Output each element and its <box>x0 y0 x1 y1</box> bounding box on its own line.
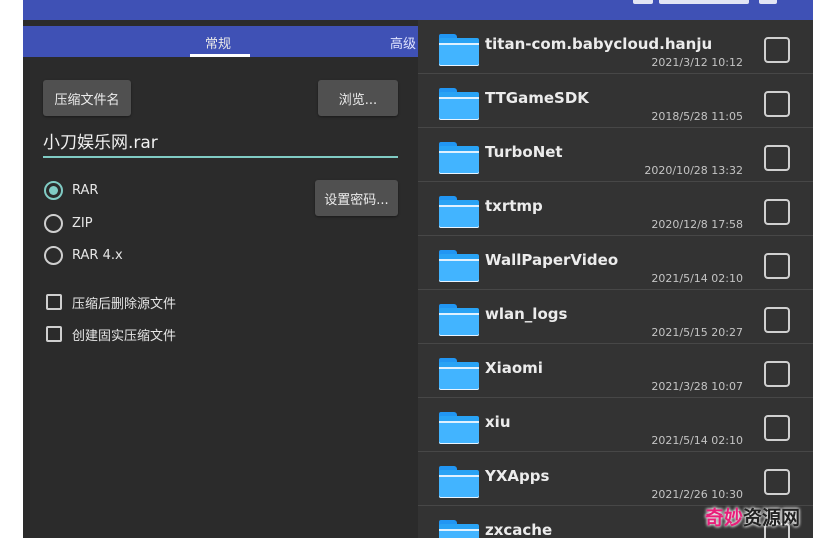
file-name: YXApps <box>485 467 550 485</box>
file-name: titan-com.babycloud.hanju <box>485 35 713 53</box>
list-item[interactable]: xiu 2021/5/14 02:10 <box>418 398 813 452</box>
select-checkbox[interactable] <box>764 199 790 225</box>
option-label: 创建固实压缩文件 <box>72 328 177 344</box>
folder-icon <box>439 34 479 66</box>
archive-name-input[interactable]: 小刀娱乐网.rar <box>43 130 398 158</box>
file-name: xiu <box>485 413 511 431</box>
option-label: 压缩后删除源文件 <box>72 296 177 312</box>
folder-icon <box>439 520 479 538</box>
file-date: 2021/3/12 10:12 <box>651 56 743 69</box>
select-checkbox[interactable] <box>764 307 790 333</box>
folder-icon <box>439 412 479 444</box>
radio-button-checked[interactable] <box>44 180 63 200</box>
folder-icon <box>439 466 479 498</box>
checkbox[interactable] <box>46 326 62 342</box>
list-item[interactable]: wlan_logs 2021/5/15 20:27 <box>418 290 813 344</box>
folder-icon <box>439 304 479 336</box>
option-delete-after-compress[interactable]: 压缩后删除源文件 <box>46 290 176 314</box>
folder-icon <box>439 358 479 390</box>
format-label: ZIP <box>72 215 93 231</box>
tab-advanced[interactable]: 高级 <box>390 33 416 52</box>
file-name: wlan_logs <box>485 305 568 323</box>
archive-name-button[interactable]: 压缩文件名 <box>43 80 131 116</box>
folder-icon <box>439 196 479 228</box>
file-date: 2021/3/28 10:07 <box>651 380 743 393</box>
select-checkbox[interactable] <box>764 253 790 279</box>
radio-button[interactable] <box>44 245 63 265</box>
site-watermark: 奇妙资源网 <box>705 503 800 530</box>
format-label: RAR <box>72 182 99 198</box>
file-date: 2018/5/28 11:05 <box>651 110 743 123</box>
file-date: 2021/5/14 02:10 <box>651 272 743 285</box>
archive-settings-panel: 常规 高级 压缩文件名 浏览... 小刀娱乐网.rar RAR ZIP RAR … <box>23 20 418 538</box>
radio-button[interactable] <box>44 213 63 233</box>
set-password-button[interactable]: 设置密码... <box>315 180 398 216</box>
list-item[interactable]: TurboNet 2020/10/28 13:32 <box>418 128 813 182</box>
file-name: Xiaomi <box>485 359 543 377</box>
list-item[interactable]: Xiaomi 2021/3/28 10:07 <box>418 344 813 398</box>
file-date: 2021/2/26 10:30 <box>651 488 743 501</box>
select-checkbox[interactable] <box>764 469 790 495</box>
watermark-text: 资源网 <box>743 507 801 529</box>
option-solid-archive[interactable]: 创建固实压缩文件 <box>46 322 176 346</box>
select-checkbox[interactable] <box>764 91 790 117</box>
file-name: WallPaperVideo <box>485 251 619 269</box>
file-name: txrtmp <box>485 197 543 215</box>
checkbox[interactable] <box>46 294 62 310</box>
select-checkbox[interactable] <box>764 361 790 387</box>
screenshot-stage: 常规 高级 压缩文件名 浏览... 小刀娱乐网.rar RAR ZIP RAR … <box>0 0 826 544</box>
file-name: TTGameSDK <box>485 89 589 107</box>
format-label: RAR 4.x <box>72 247 123 263</box>
tab-general[interactable]: 常规 <box>205 33 231 52</box>
top-bar-hint-mark <box>759 0 777 4</box>
file-name: zxcache <box>485 521 553 538</box>
folder-icon <box>439 88 479 120</box>
list-item[interactable]: txrtmp 2020/12/8 17:58 <box>418 182 813 236</box>
list-item[interactable]: WallPaperVideo 2021/5/14 02:10 <box>418 236 813 290</box>
folder-icon <box>439 250 479 282</box>
select-checkbox[interactable] <box>764 145 790 171</box>
list-item[interactable]: YXApps 2021/2/26 10:30 <box>418 452 813 506</box>
top-bar-hint-mark <box>659 0 749 4</box>
folder-icon <box>439 142 479 174</box>
file-date: 2020/12/8 17:58 <box>651 218 743 231</box>
list-item[interactable]: TTGameSDK 2018/5/28 11:05 <box>418 74 813 128</box>
browse-button[interactable]: 浏览... <box>318 80 398 116</box>
top-app-bar <box>23 0 813 20</box>
file-date: 2021/5/14 02:10 <box>651 434 743 447</box>
list-item[interactable]: titan-com.babycloud.hanju 2021/3/12 10:1… <box>418 20 813 74</box>
settings-tab-bar: 常规 高级 <box>23 26 418 57</box>
format-option-zip[interactable]: ZIP <box>44 211 93 235</box>
tab-general-indicator <box>190 54 250 57</box>
select-checkbox[interactable] <box>764 415 790 441</box>
format-option-rar4[interactable]: RAR 4.x <box>44 243 123 267</box>
format-option-rar[interactable]: RAR <box>44 178 98 202</box>
top-bar-hint-mark <box>633 0 653 4</box>
file-date: 2020/10/28 13:32 <box>644 164 743 177</box>
watermark-text-accent: 奇妙 <box>705 507 744 529</box>
select-checkbox[interactable] <box>764 37 790 63</box>
file-name: TurboNet <box>485 143 563 161</box>
file-date: 2021/5/15 20:27 <box>651 326 743 339</box>
file-list: titan-com.babycloud.hanju 2021/3/12 10:1… <box>418 20 813 538</box>
